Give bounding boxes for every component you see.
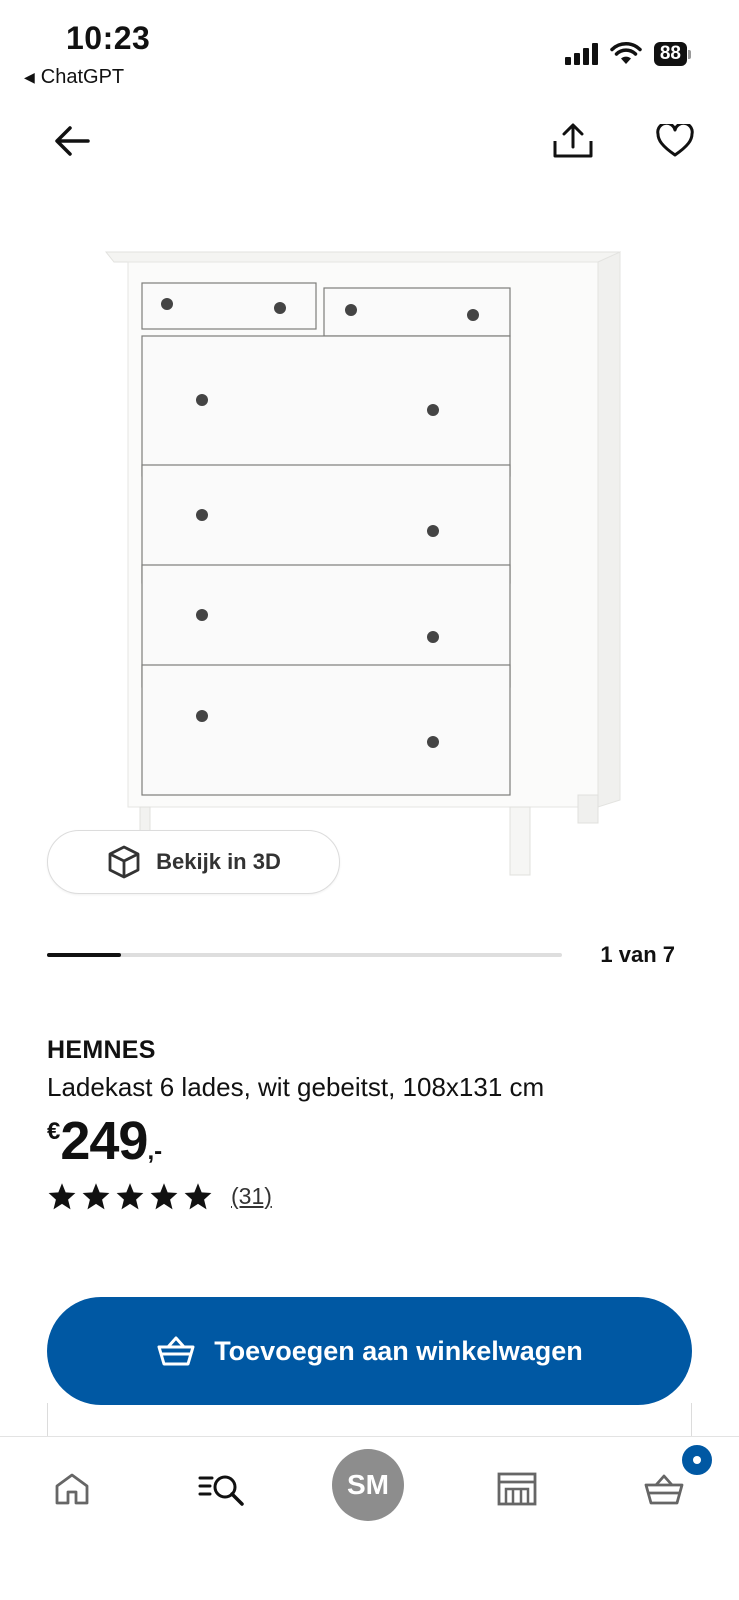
signal-icon [564, 43, 598, 65]
add-to-cart-button[interactable]: Toevoegen aan winkelwagen [47, 1297, 692, 1405]
cart-badge [679, 1442, 715, 1478]
product-price: € 249 ,- [47, 1112, 162, 1170]
product-brand: HEMNES [47, 1036, 156, 1064]
back-button[interactable] [44, 113, 100, 169]
star-icon [150, 1183, 178, 1210]
share-button[interactable] [545, 113, 601, 169]
status-bar: 10:23 ◀ ChatGPT 88 [0, 0, 739, 100]
status-time: 10:23 [66, 20, 151, 56]
tab-store[interactable] [485, 1457, 549, 1521]
price-amount: 249 [60, 1111, 148, 1171]
product-rating[interactable]: (31) [47, 1182, 272, 1210]
star-icon [82, 1183, 110, 1210]
rating-stars [47, 1182, 213, 1210]
store-icon [497, 1472, 537, 1506]
home-icon [55, 1473, 89, 1505]
basket-icon [157, 1336, 195, 1366]
cube-icon [108, 845, 140, 879]
gallery-progress [47, 953, 562, 957]
profile-initials: SM [347, 1469, 389, 1500]
star-icon [116, 1183, 144, 1210]
battery-level: 88 [653, 42, 687, 66]
dresser-drawer [141, 664, 511, 796]
price-decimals: ,- [147, 1138, 163, 1165]
heart-icon [656, 124, 694, 157]
back-app-label: ChatGPT [40, 66, 125, 88]
view-in-3d-button[interactable]: Bekijk in 3D [47, 830, 340, 894]
product-description: Ladekast 6 lades, wit gebeitst, 108x131 … [47, 1072, 545, 1102]
status-indicators: 88 [564, 42, 691, 66]
star-icon [48, 1183, 76, 1210]
price-currency: € [47, 1118, 61, 1145]
dresser-drawer [141, 335, 511, 477]
view-in-3d-label: Bekijk in 3D [156, 849, 281, 874]
gallery-progress-fill [47, 953, 121, 957]
review-count-link[interactable]: (31) [231, 1183, 272, 1210]
bottom-tab-bar: SM [0, 1436, 739, 1600]
favorite-button[interactable] [647, 113, 703, 169]
search-menu-icon [198, 1475, 244, 1506]
battery-icon: 88 [653, 42, 691, 66]
add-to-cart-label: Toevoegen aan winkelwagen [214, 1335, 583, 1366]
gallery-counter: 1 van 7 [600, 942, 675, 967]
tab-home[interactable] [40, 1457, 104, 1521]
tab-search[interactable] [190, 1457, 254, 1521]
tab-profile[interactable]: SM [332, 1449, 404, 1521]
back-triangle-icon: ◀ [24, 69, 35, 85]
arrow-left-icon [55, 126, 90, 156]
share-icon [553, 123, 593, 158]
product-image[interactable] [100, 240, 640, 890]
back-to-app-link[interactable]: ◀ ChatGPT [24, 66, 124, 89]
star-icon [184, 1183, 212, 1210]
basket-icon [644, 1474, 684, 1505]
wifi-icon [610, 42, 642, 64]
